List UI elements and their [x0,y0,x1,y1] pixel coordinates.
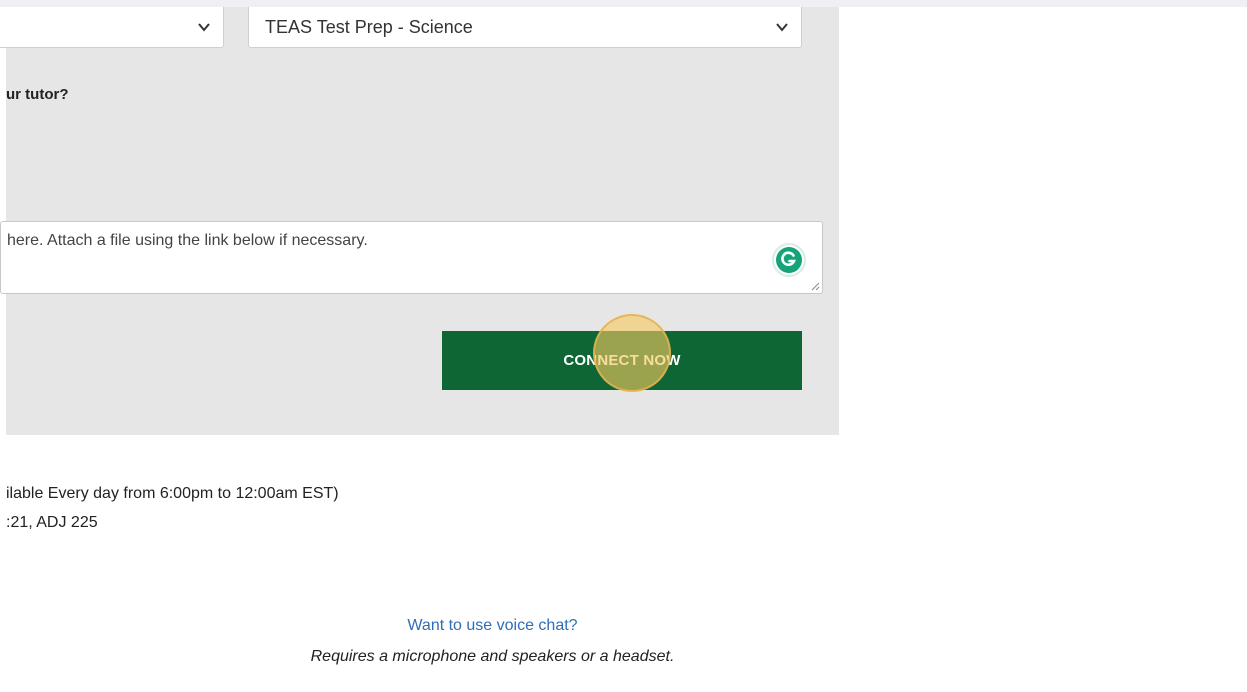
resize-handle-icon[interactable] [810,281,820,291]
message-placeholder: here. Attach a file using the link below… [7,232,368,249]
chevron-down-icon [198,23,210,32]
tutor-request-form: TEAS Test Prep - Science ur tutor? here.… [0,7,839,435]
page: TEAS Test Prep - Science ur tutor? here.… [0,0,1247,692]
topic-select[interactable] [0,7,224,48]
top-strip [0,0,1247,7]
voice-chat-requirements: Requires a microphone and speakers or a … [310,648,675,665]
subject-select-value: TEAS Test Prep - Science [265,17,473,37]
grammarly-icon[interactable] [774,245,804,275]
connect-now-button[interactable]: CONNECT NOW [442,331,802,390]
message-textarea[interactable]: here. Attach a file using the link below… [0,221,823,294]
subject-select[interactable]: TEAS Test Prep - Science [248,7,802,48]
availability-courses: :21, ADJ 225 [6,514,98,531]
voice-chat-link[interactable]: Want to use voice chat? [0,617,985,635]
question-label: ur tutor? [6,86,69,103]
chevron-down-icon [776,23,788,32]
availability-hours: ilable Every day from 6:00pm to 12:00am … [6,485,339,502]
